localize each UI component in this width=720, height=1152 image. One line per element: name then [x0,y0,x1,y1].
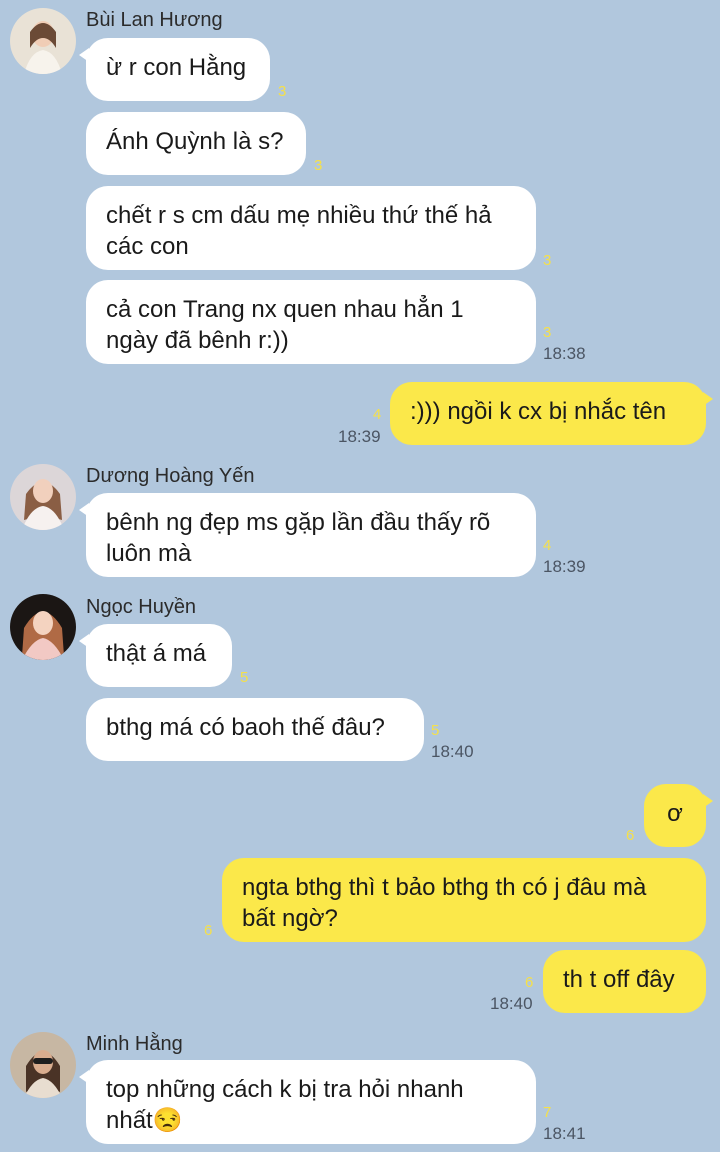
timestamp: 18:38 [543,344,586,363]
unread-count: 6 [626,827,635,844]
avatar-duong-hoang-yen[interactable] [10,464,76,530]
unread-count: 4 [373,406,382,423]
avatar-photo-icon [10,1032,76,1098]
message-bubble[interactable]: thật á má [79,624,232,687]
message-bubble[interactable]: chết r s cm dấu mẹ nhiều thứ thế hả các … [86,186,536,270]
sender-name: Dương Hoàng Yến [86,465,255,487]
unread-count: 3 [278,83,287,100]
unread-count: 5 [240,669,249,686]
unread-count: 3 [543,252,552,269]
my-message-bubble[interactable]: ngta bthg thì t bảo bthg th có j đâu mà … [222,858,706,942]
sender-name: Bùi Lan Hương [86,9,223,31]
sender-name: Minh Hằng [86,1033,183,1055]
message-bubble[interactable]: bênh ng đẹp ms gặp lần đầu thấy rõ luôn … [79,493,536,577]
avatar-photo-icon [10,8,76,74]
avatar-bui-lan-huong[interactable] [10,8,76,74]
unread-count: 6 [204,922,213,939]
timestamp: 18:40 [431,742,474,761]
my-message-bubble[interactable]: :))) ngồi k cx bị nhắc tên [390,382,713,445]
message-bubble[interactable]: ừ r con Hằng [79,38,270,101]
message-bubble[interactable]: Ánh Quỳnh là s? [86,112,306,175]
unread-count: 5 [431,722,440,739]
unread-count: 6 [525,974,534,991]
unread-count: 3 [314,157,323,174]
timestamp: 18:39 [338,427,381,446]
message-bubble[interactable]: cả con Trang nx quen nhau hẳn 1 ngày đã … [86,280,536,364]
timestamp: 18:39 [543,557,586,576]
avatar-ngoc-huyen[interactable] [10,594,76,660]
sender-name: Ngọc Huyền [86,596,197,618]
unread-count: 4 [543,537,552,554]
avatar-minh-hang[interactable] [10,1032,76,1098]
unread-count: 3 [543,324,552,341]
message-bubble[interactable]: bthg má có baoh thế đâu? [86,698,424,761]
unread-count: 7 [543,1104,552,1121]
avatar-photo-icon [10,594,76,660]
timestamp: 18:41 [543,1124,586,1143]
avatar-photo-icon [10,464,76,530]
my-message-bubble[interactable]: ơ [644,784,713,847]
timestamp: 18:40 [490,994,533,1013]
message-bubble[interactable]: top những cách k bị tra hỏi nhanh nhất😒 [79,1060,536,1144]
my-message-bubble[interactable]: th t off đây [543,950,706,1013]
